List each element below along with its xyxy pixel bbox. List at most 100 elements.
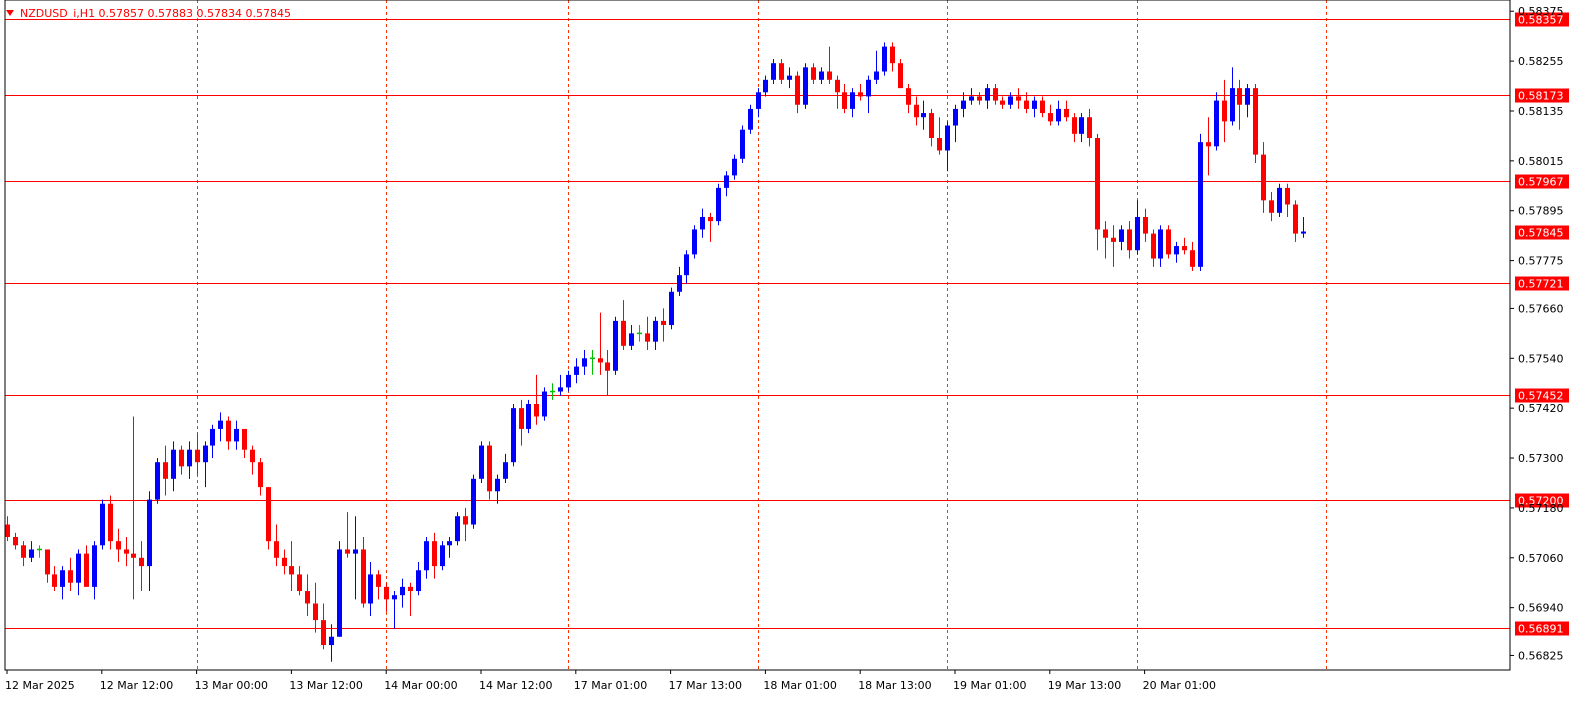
- candle-body[interactable]: [266, 487, 271, 542]
- candle-body[interactable]: [613, 320, 618, 371]
- candle-body[interactable]: [455, 516, 460, 542]
- candle-body[interactable]: [550, 390, 555, 393]
- candle-body[interactable]: [29, 549, 34, 558]
- candle-body[interactable]: [1119, 229, 1124, 242]
- candle-body[interactable]: [60, 570, 65, 587]
- candle-body[interactable]: [376, 574, 381, 587]
- candle-body[interactable]: [1174, 246, 1179, 255]
- candle-body[interactable]: [1135, 216, 1140, 251]
- candle-body[interactable]: [534, 404, 539, 417]
- candle-body[interactable]: [313, 603, 318, 621]
- candle-body[interactable]: [210, 428, 215, 446]
- candle-body[interactable]: [890, 46, 895, 64]
- candle-body[interactable]: [37, 548, 42, 551]
- candle-body[interactable]: [937, 138, 942, 151]
- candle-body[interactable]: [1000, 100, 1005, 105]
- candle-body[interactable]: [92, 545, 97, 587]
- candle-body[interactable]: [716, 187, 721, 222]
- candle-body[interactable]: [305, 591, 310, 604]
- candle-body[interactable]: [819, 71, 824, 80]
- candle-body[interactable]: [187, 449, 192, 467]
- candle-body[interactable]: [1143, 216, 1148, 234]
- candle-body[interactable]: [653, 320, 658, 342]
- candle-body[interactable]: [250, 449, 255, 463]
- candle-body[interactable]: [771, 63, 776, 80]
- candle-body[interactable]: [637, 332, 642, 335]
- candle-body[interactable]: [661, 320, 666, 326]
- candle-body[interactable]: [5, 524, 10, 537]
- candle-body[interactable]: [321, 620, 326, 646]
- candle-body[interactable]: [1269, 200, 1274, 213]
- candle-body[interactable]: [835, 79, 840, 93]
- candle-body[interactable]: [76, 553, 81, 583]
- candle-body[interactable]: [511, 408, 516, 463]
- candle-body[interactable]: [629, 333, 634, 346]
- candle-body[interactable]: [708, 216, 713, 222]
- candle-body[interactable]: [100, 503, 105, 546]
- candle-body[interactable]: [471, 478, 476, 525]
- candle-body[interactable]: [424, 541, 429, 571]
- candle-body[interactable]: [850, 92, 855, 109]
- candle-body[interactable]: [1182, 246, 1187, 251]
- candle-body[interactable]: [1277, 187, 1282, 213]
- candle-body[interactable]: [1103, 229, 1108, 238]
- candle-body[interactable]: [795, 75, 800, 105]
- candle-body[interactable]: [1206, 142, 1211, 147]
- candle-body[interactable]: [1253, 88, 1258, 155]
- candle-body[interactable]: [1245, 88, 1250, 105]
- candle-body[interactable]: [898, 63, 903, 89]
- candle-body[interactable]: [131, 553, 136, 558]
- candle-body[interactable]: [353, 549, 358, 554]
- candle-body[interactable]: [748, 108, 753, 130]
- candle-body[interactable]: [487, 445, 492, 492]
- candle-body[interactable]: [582, 358, 587, 367]
- candle-body[interactable]: [1064, 108, 1069, 118]
- candle-body[interactable]: [574, 366, 579, 375]
- candle-body[interactable]: [677, 275, 682, 292]
- candle-body[interactable]: [179, 449, 184, 467]
- candle-body[interactable]: [1151, 233, 1156, 259]
- candle-body[interactable]: [1048, 113, 1053, 122]
- candle-body[interactable]: [503, 462, 508, 479]
- candle-body[interactable]: [447, 541, 452, 546]
- candle-body[interactable]: [803, 67, 808, 105]
- candle-body[interactable]: [763, 79, 768, 93]
- candle-body[interactable]: [52, 574, 57, 587]
- candle-body[interactable]: [432, 541, 437, 567]
- candle-body[interactable]: [590, 357, 595, 360]
- candle-body[interactable]: [329, 636, 334, 646]
- candle-body[interactable]: [684, 254, 689, 276]
- candle-body[interactable]: [1222, 100, 1227, 122]
- candle-body[interactable]: [124, 549, 129, 554]
- candle-body[interactable]: [906, 88, 911, 105]
- candle-body[interactable]: [1056, 108, 1061, 122]
- candle-body[interactable]: [195, 449, 200, 463]
- candle-body[interactable]: [171, 449, 176, 479]
- candle-body[interactable]: [1095, 138, 1100, 230]
- candle-body[interactable]: [234, 428, 239, 442]
- candle-body[interactable]: [692, 229, 697, 255]
- candle-body[interactable]: [108, 503, 113, 542]
- candle-body[interactable]: [953, 108, 958, 126]
- candle-body[interactable]: [882, 46, 887, 72]
- candle-body[interactable]: [440, 545, 445, 567]
- candle-body[interactable]: [558, 387, 563, 392]
- candle-body[interactable]: [1285, 187, 1290, 205]
- candle-body[interactable]: [874, 71, 879, 80]
- candle-body[interactable]: [147, 499, 152, 567]
- candle-body[interactable]: [756, 92, 761, 109]
- candle-body[interactable]: [368, 574, 373, 604]
- candle-body[interactable]: [416, 570, 421, 592]
- candle-body[interactable]: [914, 104, 919, 118]
- candle-body[interactable]: [519, 408, 524, 429]
- candle-body[interactable]: [258, 462, 263, 488]
- candle-body[interactable]: [598, 358, 603, 363]
- candle-body[interactable]: [961, 100, 966, 109]
- candle-body[interactable]: [542, 391, 547, 417]
- candle-body[interactable]: [1198, 142, 1203, 267]
- candle-body[interactable]: [392, 595, 397, 600]
- candle-body[interactable]: [1214, 100, 1219, 147]
- candle-body[interactable]: [1079, 117, 1084, 134]
- candle-body[interactable]: [1016, 96, 1021, 101]
- candle-body[interactable]: [479, 445, 484, 479]
